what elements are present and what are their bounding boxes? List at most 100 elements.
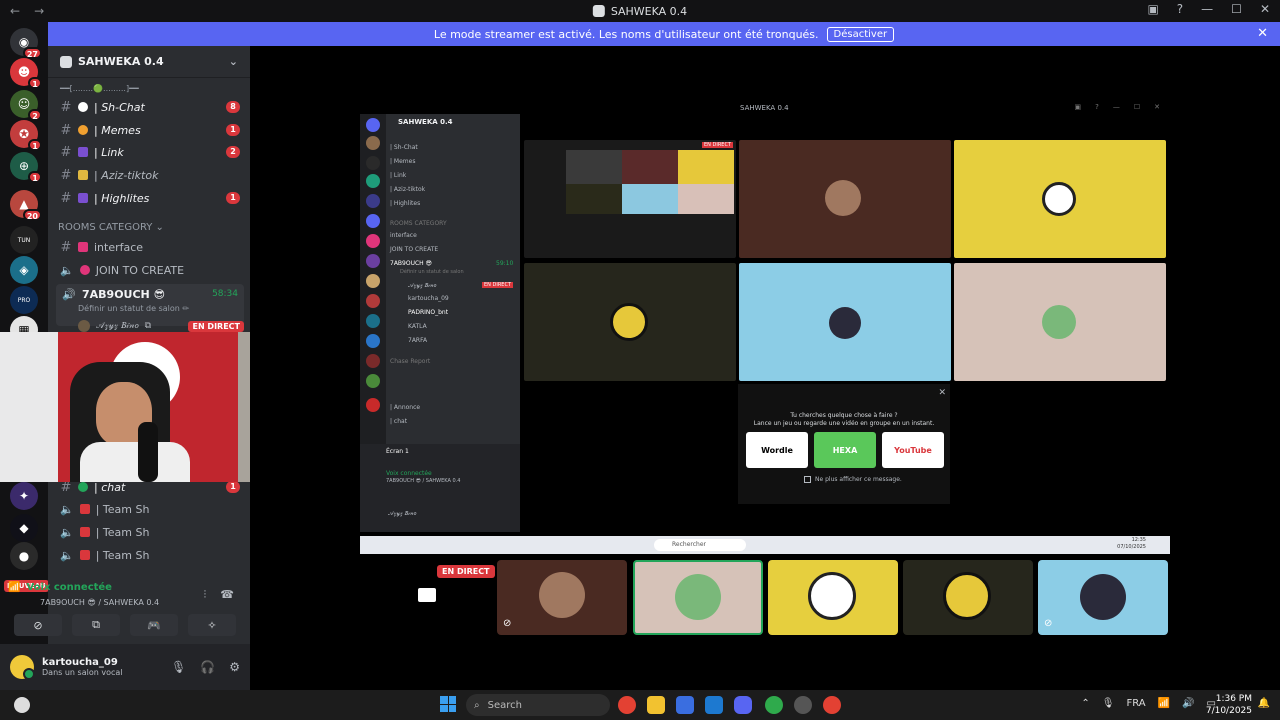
chevron-up-icon[interactable]: ⌃ [1081,698,1089,709]
speaker-locked-icon: 🔈 [60,502,74,516]
banner-text: Le mode streamer est activé. Les noms d'… [433,27,819,41]
tile-participant-4 [739,263,951,381]
wordle-card: Wordle [746,432,808,468]
camera-off-button[interactable]: ⊘ [14,614,62,636]
outlook-icon[interactable] [705,696,723,714]
avatar [825,180,861,216]
avatar [1042,305,1076,339]
separator-text: ━━[........🟢.........]━━ [60,84,139,93]
globe-icon [78,482,88,492]
speaker-icon: 🔈 [60,263,74,277]
weather-icon[interactable] [14,697,30,713]
server-icon-1[interactable]: ☻ 1 [10,58,42,89]
hash-icon: # [60,122,72,138]
voice-actions: ⊘ ⧉ 🎮 ✧ [14,614,236,636]
shared-taskbar: Rechercher 12:35 07/10/2025 [360,536,1170,554]
headphones-icon[interactable]: 🎧 [200,660,215,674]
microphone-icon[interactable]: 🎙 [171,660,186,674]
soundboard-button[interactable]: ✧ [188,614,236,636]
notification-bell-icon[interactable]: 🔔 [1258,698,1270,709]
home-discord-icon[interactable]: ◉ 27 [10,28,42,59]
back-arrow-icon[interactable]: ← [10,4,20,18]
minimize-button: — [1112,103,1120,111]
avatar [675,574,721,620]
server-icon-3[interactable]: ✪ 1 [10,120,42,151]
minimize-button[interactable]: — [1201,2,1213,16]
strip-tile-participant-2[interactable] [633,560,763,635]
channel-sh-chat[interactable]: # | Sh-Chat 8 [56,96,244,118]
voice-team-sh-3[interactable]: 🔈 | Team Sh [56,544,244,566]
mute-icon: ⊘ [1044,618,1053,629]
settings-gear-icon[interactable] [794,696,812,714]
chrome-icon-2[interactable] [765,696,783,714]
microphone-icon [138,422,158,482]
channel-aziz-tiktok[interactable]: # | Aziz-tiktok [56,164,244,186]
chrome-icon[interactable] [618,696,636,714]
server-header[interactable]: SAHWEKA 0.4 ⌄ [48,46,250,78]
pin-icon [78,242,88,252]
screen-share-icon: ⧉ [144,321,152,331]
forward-arrow-icon[interactable]: → [34,4,44,18]
heart-icon [79,265,90,275]
server-icon-6[interactable]: TUN [10,226,38,254]
noise-suppression-icon[interactable]: ⫶ [204,588,207,602]
language-indicator[interactable]: FRA [1127,698,1146,709]
avatar [829,307,861,339]
avatar[interactable] [10,655,35,680]
file-explorer-icon[interactable] [647,696,665,714]
voice-team-sh-1[interactable]: 🔈 | Team Sh [56,498,244,520]
inner-sidebar: SAHWEKA 0.4 | Sh-Chat | Memes | Link | A… [360,114,520,532]
strip-tile-participant-5[interactable]: ⊘ [1038,560,1168,635]
disconnect-icon[interactable]: ☎ [220,588,234,602]
inbox-icon[interactable]: ▣ [1147,2,1158,16]
emoji-icon [78,125,88,135]
server-icon-10[interactable]: ✦ [10,482,38,510]
clock[interactable]: 1:36 PM 7/10/2025 [1206,693,1252,717]
avatar [539,572,585,618]
camera-off-icon: ⊘ [503,618,512,629]
strip-tile-participant-4[interactable] [903,560,1033,635]
disable-streamer-button[interactable]: Désactiver [826,26,895,42]
server-icon-4[interactable]: ⊕ 1 [10,152,42,183]
avatar [610,303,648,341]
category-rooms[interactable]: ROOMS CATEGORY ⌄ [58,222,164,233]
maximize-button[interactable]: ☐ [1231,2,1242,16]
settings-gear-icon[interactable]: ⚙ [229,660,240,674]
speaker-icon: 🔊 [62,288,76,301]
server-icon-11[interactable]: ◆ [10,514,38,542]
strip-tile-participant-1[interactable]: ⊘ [497,560,627,635]
help-icon[interactable]: ? [1177,2,1183,16]
hash-icon: # [60,190,72,206]
server-icon-7[interactable]: ◈ [10,256,38,284]
activity-suggestion: ✕ Tu cherches quelque chose à faire ? La… [738,384,950,504]
screen-share-button[interactable]: ⧉ [72,614,120,636]
voice-join-to-create[interactable]: 🔈 JOIN TO CREATE [56,259,244,281]
speech-bubble-icon [78,102,88,112]
wifi-icon[interactable]: 📶 [1158,698,1170,709]
server-icon-2[interactable]: ☺ 2 [10,90,42,121]
chevron-down-icon[interactable]: ⌄ [229,55,238,68]
discord-icon[interactable] [734,696,752,714]
channel-highlites[interactable]: # | Highlites 1 [56,187,244,209]
window-titlebar: ← → SAHWEKA 0.4 ▣ ? — ☐ ✕ [0,0,1280,22]
volume-icon[interactable]: 🔊 [1182,698,1194,709]
server-icon-12[interactable]: ● [10,542,38,570]
close-button[interactable]: ✕ [1260,2,1270,16]
voice-team-sh-2[interactable]: 🔈 | Team Sh [56,521,244,543]
taskbar-search[interactable]: ⌕ Search [466,694,610,716]
strip-tile-participant-3[interactable] [768,560,898,635]
server-icon-5[interactable]: ▲ 20 [10,190,42,221]
channel-link[interactable]: # | Link 2 [56,141,244,163]
start-menu-icon[interactable] [440,696,456,712]
server-icon-8[interactable]: PRO [10,286,38,314]
chrome-icon-3[interactable] [823,696,841,714]
store-icon[interactable] [676,696,694,714]
microphone-icon[interactable]: 🎙 [1102,698,1115,709]
channel-memes[interactable]: # | Memes 1 [56,119,244,141]
banner-close-icon[interactable]: ✕ [1257,26,1268,41]
tile-participant-2 [954,140,1166,258]
activity-button[interactable]: 🎮 [130,614,178,636]
voice-member-live[interactable]: 𝒜𝓏𝓎𝓏 𝐵𝒾𝓃𝑜 ⧉ EN DIRECT [78,320,244,332]
channel-interface[interactable]: # interface [56,236,244,258]
tile-participant-3 [524,263,736,381]
